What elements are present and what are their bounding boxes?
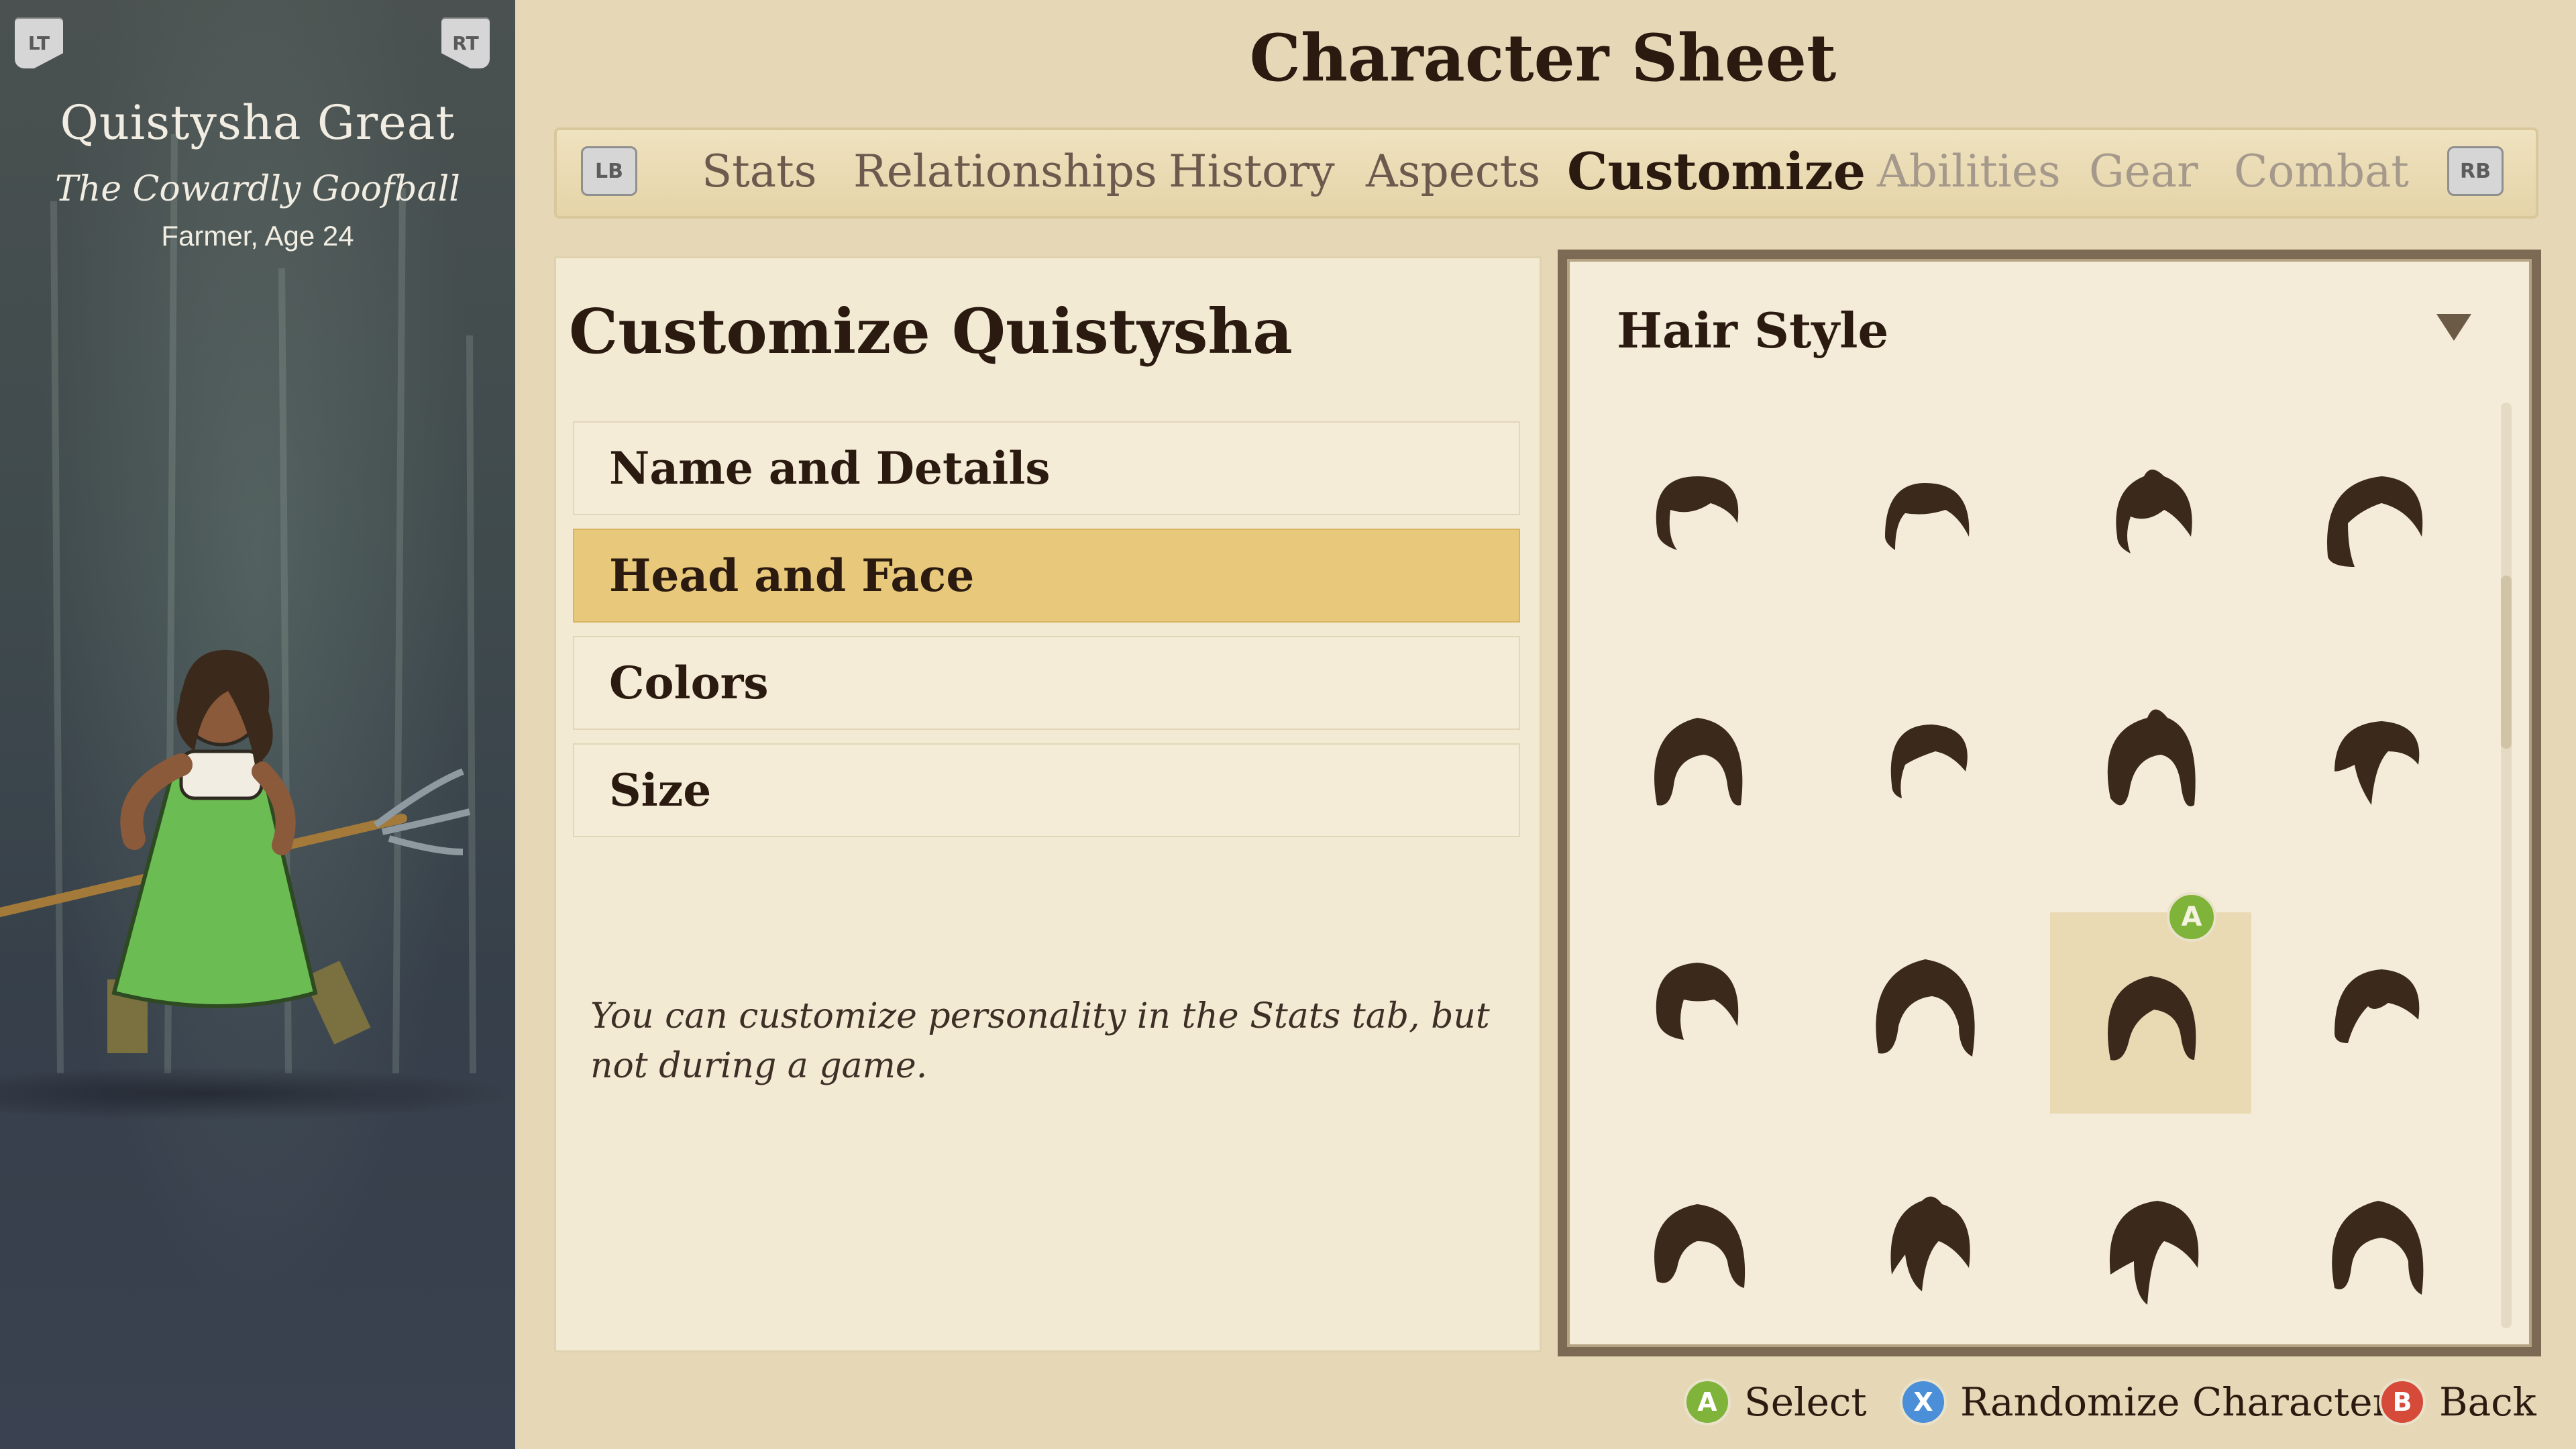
tab-aspects[interactable]: Aspects <box>1366 141 1540 203</box>
hair-option[interactable] <box>2050 416 2251 617</box>
hair-option[interactable] <box>2274 657 2475 859</box>
hair-option[interactable] <box>1597 416 1798 617</box>
hair-style-icon <box>1656 476 1739 550</box>
lb-bumper-icon[interactable]: LB <box>581 146 637 196</box>
randomize-label: Randomize Character <box>1960 1379 2392 1425</box>
hair-scrollbar-thumb[interactable] <box>2501 576 2512 749</box>
tab-relationships[interactable]: Relationships <box>853 141 1157 203</box>
rb-bumper-icon[interactable]: RB <box>2447 146 2504 196</box>
hair-option-selected[interactable] <box>2050 912 2251 1114</box>
hair-option[interactable] <box>2274 416 2475 617</box>
character-illustration <box>0 649 471 1053</box>
randomize-action[interactable]: X Randomize Character <box>1900 1375 2391 1429</box>
select-action[interactable]: A Select <box>1684 1375 1867 1429</box>
hair-style-icon <box>2334 721 2420 805</box>
hair-style-icon <box>2327 476 2423 567</box>
hair-option[interactable] <box>1825 1140 2026 1342</box>
tab-history[interactable]: History <box>1169 141 1335 203</box>
a-button-badge-icon: A <box>2167 892 2216 942</box>
character-subtitle: Farmer, Age 24 <box>161 220 354 252</box>
hair-style-icon <box>1890 724 1968 798</box>
menu-item-name-and-details[interactable]: Name and Details <box>573 421 1520 515</box>
hair-scrollbar[interactable] <box>2501 402 2512 1328</box>
b-button-icon: B <box>2379 1379 2426 1426</box>
customize-hint: You can customize personality in the Sta… <box>590 996 1490 1086</box>
hair-option[interactable] <box>1825 899 2026 1100</box>
hair-option[interactable] <box>2274 1140 2475 1342</box>
customize-heading: Customize Quistysha <box>569 295 1293 368</box>
hair-option[interactable] <box>1597 899 1798 1100</box>
page-title: Character Sheet <box>1249 20 1837 96</box>
hair-style-icon <box>2108 976 2196 1061</box>
back-action[interactable]: B Back <box>2379 1375 2536 1429</box>
hair-option[interactable] <box>1597 1140 1798 1342</box>
tab-customize[interactable]: Customize <box>1567 141 1866 203</box>
tab-abilities[interactable]: Abilities <box>1877 141 2061 203</box>
back-label: Back <box>2439 1379 2536 1425</box>
dropdown-arrow-icon[interactable] <box>2436 314 2471 341</box>
tab-stats[interactable]: Stats <box>702 141 816 203</box>
hair-style-icon <box>1890 1196 1970 1291</box>
hair-option[interactable] <box>2050 657 2251 859</box>
hair-style-icon <box>2332 1201 2424 1295</box>
hair-style-icon <box>2116 470 2192 553</box>
hair-style-icon <box>1876 959 1975 1057</box>
tab-combat[interactable]: Combat <box>2234 141 2409 203</box>
hair-style-icon <box>1654 718 1743 806</box>
hair-style-icon <box>2109 1201 2199 1305</box>
hair-option[interactable] <box>2274 899 2475 1100</box>
select-label: Select <box>1744 1379 1867 1425</box>
character-title: The Cowardly Goofball <box>55 169 460 209</box>
x-button-icon: X <box>1900 1379 1947 1426</box>
hair-option[interactable] <box>1825 657 2026 859</box>
a-button-icon: A <box>1684 1379 1731 1426</box>
menu-item-head-and-face[interactable]: Head and Face <box>573 529 1520 623</box>
hair-option[interactable] <box>1597 657 1798 859</box>
hair-style-icon <box>2107 709 2196 806</box>
menu-item-colors[interactable]: Colors <box>573 636 1520 730</box>
tab-gear[interactable]: Gear <box>2089 141 2198 203</box>
hair-style-icon <box>1885 483 1970 550</box>
hair-style-icon <box>2334 969 2420 1043</box>
character-name: Quistysha Great <box>60 95 455 150</box>
hair-option[interactable] <box>2050 1140 2251 1342</box>
menu-item-size[interactable]: Size <box>573 743 1520 837</box>
hair-style-title: Hair Style <box>1617 302 1889 359</box>
hair-style-icon <box>1656 963 1739 1040</box>
hair-option[interactable] <box>1825 416 2026 617</box>
hair-style-icon <box>1654 1204 1746 1288</box>
